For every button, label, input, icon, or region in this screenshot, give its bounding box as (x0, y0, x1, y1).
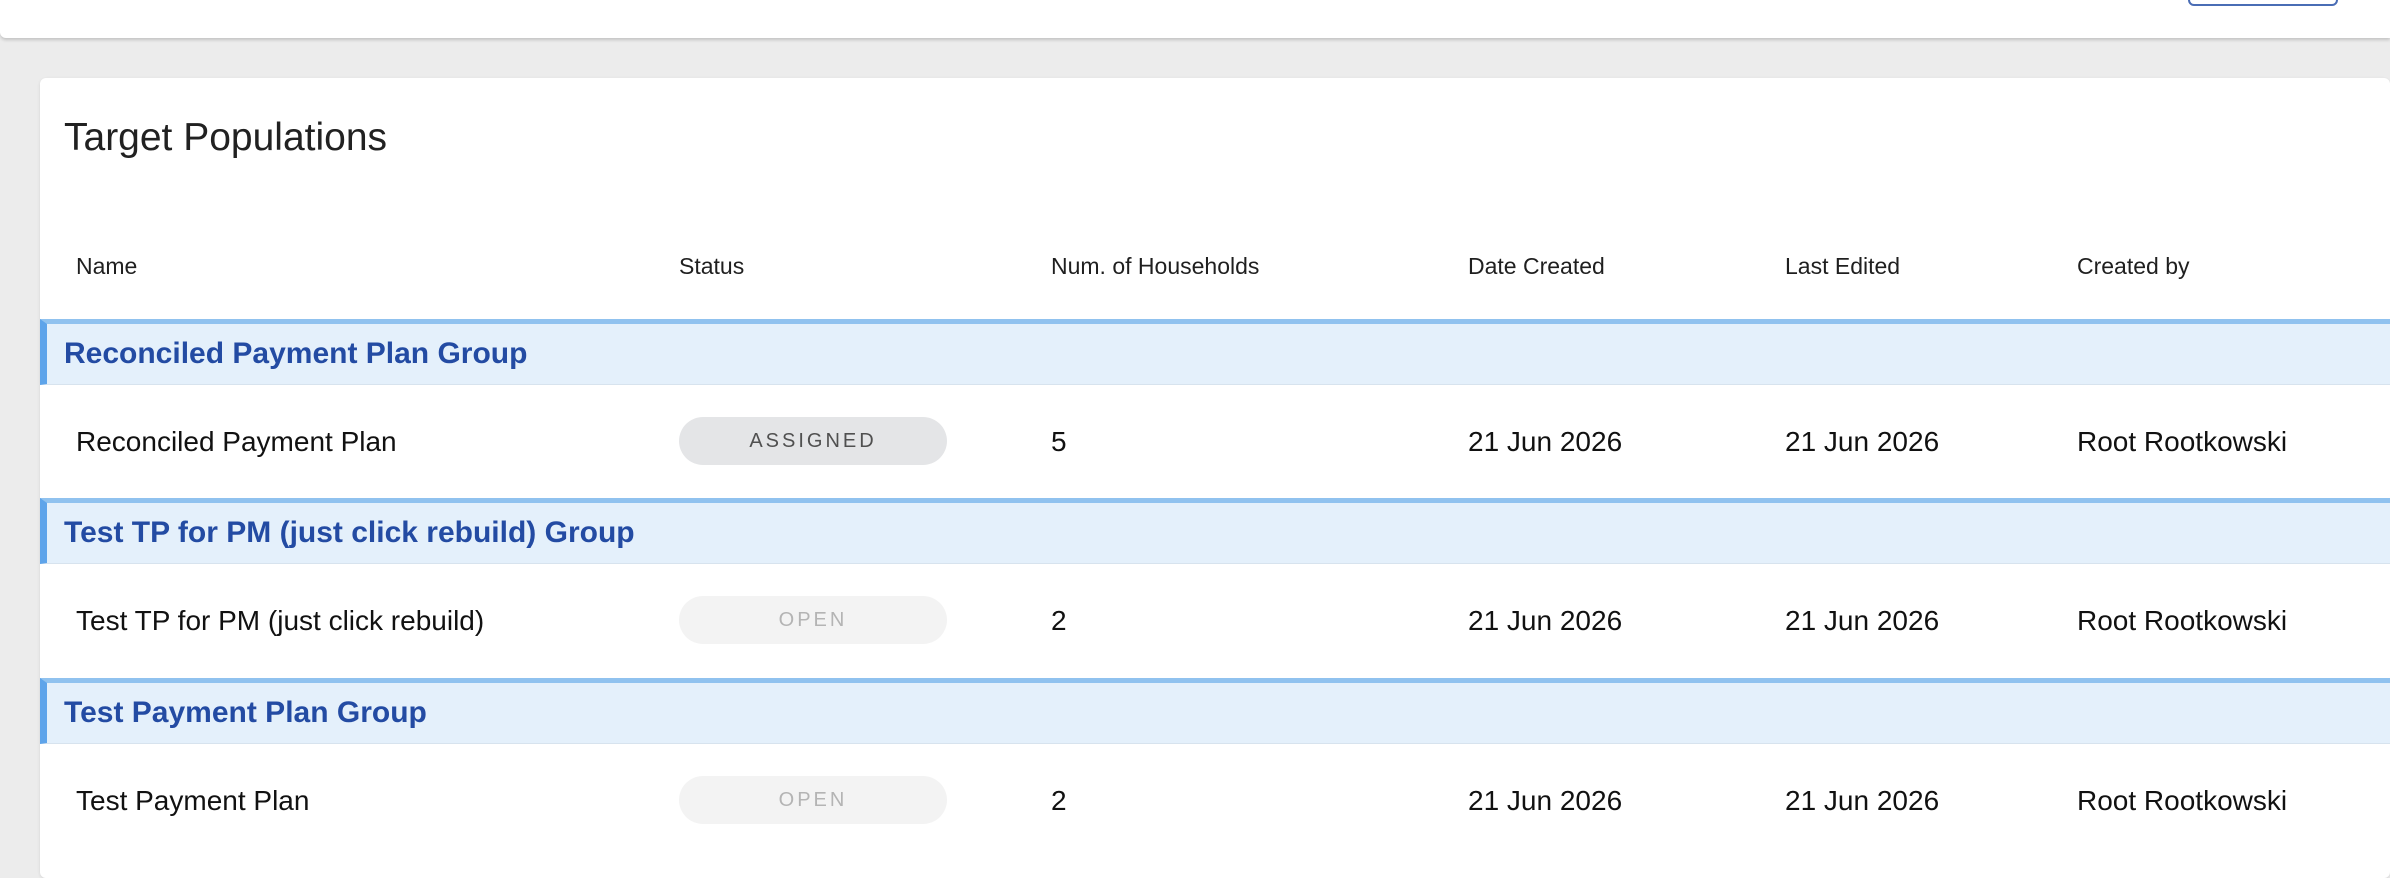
column-header-households[interactable]: Num. of Households (1051, 246, 1259, 286)
table-row[interactable]: Test Payment Plan OPEN 2 21 Jun 2026 21 … (40, 744, 2390, 857)
top-header-bar (0, 0, 2390, 38)
cell-households: 5 (1051, 426, 1067, 457)
cell-created-by: Root Rootkowski (2077, 426, 2288, 457)
cell-date-created: 21 Jun 2026 (1468, 605, 1623, 636)
cell-created-by: Root Rootkowski (2077, 605, 2288, 636)
column-header-status[interactable]: Status (679, 246, 744, 286)
column-header-date-created[interactable]: Date Created (1468, 246, 1605, 286)
cell-date-created: 21 Jun 2026 (1468, 785, 1623, 816)
target-populations-card: Target Populations Name Status Num. of H… (40, 78, 2390, 878)
cell-name[interactable]: Test TP for PM (just click rebuild) (76, 564, 484, 677)
group-label: Test TP for PM (just click rebuild) Grou… (64, 516, 635, 549)
cell-created-by: Root Rootkowski (2077, 785, 2288, 816)
status-badge: OPEN (679, 776, 947, 824)
cell-households: 2 (1051, 785, 1067, 816)
cell-households: 2 (1051, 605, 1067, 636)
cell-last-edited: 21 Jun 2026 (1785, 785, 1940, 816)
cell-last-edited: 21 Jun 2026 (1785, 426, 1940, 457)
status-badge: OPEN (679, 596, 947, 644)
column-header-last-edited[interactable]: Last Edited (1785, 246, 1900, 286)
group-row[interactable]: Reconciled Payment Plan Group (40, 319, 2390, 385)
table-row[interactable]: Reconciled Payment Plan ASSIGNED 5 21 Ju… (40, 385, 2390, 498)
table-header: Name Status Num. of Households Date Crea… (40, 246, 2390, 286)
cell-date-created: 21 Jun 2026 (1468, 426, 1623, 457)
group-row[interactable]: Test Payment Plan Group (40, 678, 2390, 744)
group-row[interactable]: Test TP for PM (just click rebuild) Grou… (40, 498, 2390, 564)
group-label: Test Payment Plan Group (64, 696, 427, 729)
cell-name[interactable]: Test Payment Plan (76, 744, 309, 857)
column-header-name[interactable]: Name (76, 246, 137, 286)
cell-last-edited: 21 Jun 2026 (1785, 605, 1940, 636)
page-title: Target Populations (64, 116, 388, 159)
header-action-button[interactable] (2188, 0, 2338, 6)
group-label: Reconciled Payment Plan Group (64, 337, 528, 370)
cell-name[interactable]: Reconciled Payment Plan (76, 385, 397, 498)
table-row[interactable]: Test TP for PM (just click rebuild) OPEN… (40, 564, 2390, 677)
column-header-created-by[interactable]: Created by (2077, 246, 2190, 286)
status-badge: ASSIGNED (679, 417, 947, 465)
